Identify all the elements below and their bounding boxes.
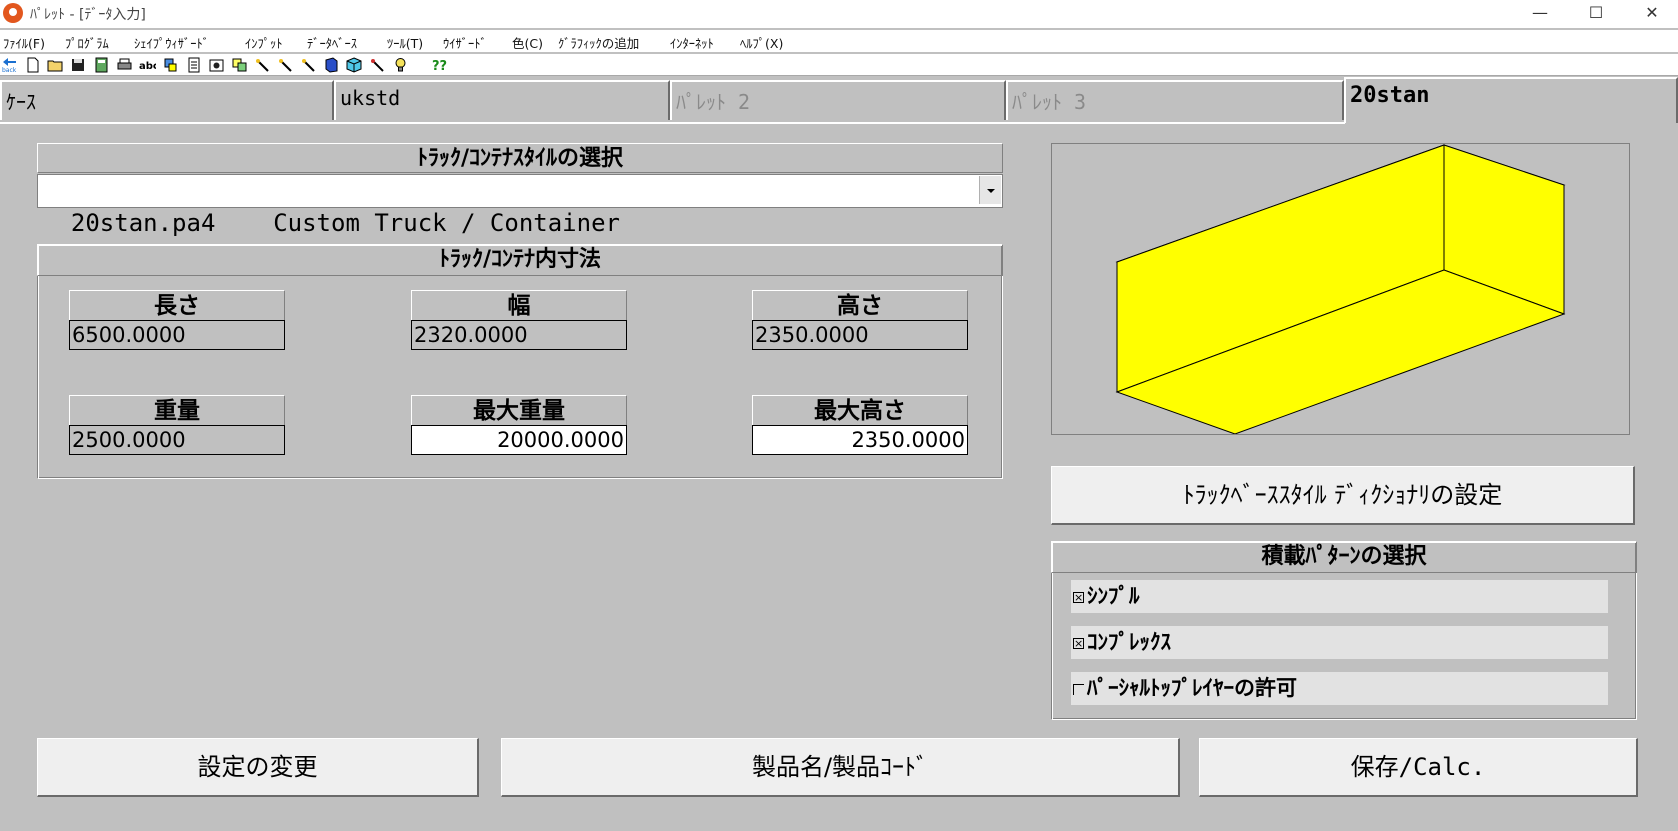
wand-icon[interactable] <box>254 57 271 73</box>
menu-wizard[interactable]: ｳｲｻﾞｰﾄﾞ <box>443 33 487 52</box>
product-name-button[interactable]: 製品名/製品ｺｰﾄﾞ <box>501 738 1180 797</box>
container-preview <box>1051 143 1630 435</box>
menu-database[interactable]: ﾃﾞｰﾀﾍﾞｰｽ <box>307 33 357 52</box>
style-select-header: ﾄﾗｯｸ/ｺﾝﾃﾅｽﾀｲﾙの選択 <box>37 143 1003 173</box>
partial-top-layer-checkbox[interactable] <box>1073 683 1084 695</box>
partial-top-layer-checkbox-row[interactable]: ﾊﾟｰｼｬﾙﾄｯﾌﾟﾚｲﾔｰの許可 <box>1071 672 1608 705</box>
max-weight-field[interactable]: 20000.0000 <box>411 425 627 455</box>
bulb-icon[interactable] <box>392 57 409 73</box>
print-icon[interactable] <box>116 57 133 73</box>
paint-icon[interactable] <box>162 57 179 73</box>
book-icon[interactable] <box>323 57 340 73</box>
back-icon[interactable]: back <box>1 57 18 74</box>
new-file-icon[interactable] <box>24 57 41 73</box>
height-label: 高さ <box>752 290 968 320</box>
container-box-drawing <box>1115 144 1566 435</box>
toolbar: back abc ?? <box>0 54 1678 76</box>
width-field: 2320.0000 <box>411 320 627 350</box>
menu-help[interactable]: ﾍﾙﾌﾟ(X) <box>740 33 783 52</box>
menu-color[interactable]: 色(C) <box>512 33 543 52</box>
calculator-icon[interactable] <box>93 57 110 73</box>
partial-top-layer-label: ﾊﾟｰｼｬﾙﾄｯﾌﾟﾚｲﾔｰの許可 <box>1087 676 1297 700</box>
length-label: 長さ <box>69 290 285 320</box>
complex-label: ｺﾝﾌﾟﾚｯｸｽ <box>1087 630 1171 654</box>
maximize-button[interactable]: ☐ <box>1568 0 1624 28</box>
menu-input[interactable]: ｲﾝﾌﾟｯﾄ <box>245 33 283 52</box>
complex-checkbox[interactable]: × <box>1073 637 1084 649</box>
length-field: 6500.0000 <box>69 320 285 350</box>
change-settings-button[interactable]: 設定の変更 <box>37 738 479 797</box>
app-icon[interactable] <box>3 3 23 23</box>
style-select-value: 20stan.pa4 Custom Truck / Container <box>70 209 620 237</box>
style-select-combo[interactable]: 20stan.pa4 Custom Truck / Container <box>37 174 1003 237</box>
save-icon[interactable] <box>70 57 87 73</box>
menu-bar: ﾌｧｲﾙ(F) ﾌﾟﾛｸﾞﾗﾑ ｼｪｲﾌﾟｳｨｻﾞｰﾄﾞ ｲﾝﾌﾟｯﾄ ﾃﾞｰﾀ… <box>0 30 1678 52</box>
tab-strip: ｹｰｽ ukstd ﾊﾟﾚｯﾄ 2 ﾊﾟﾚｯﾄ 3 20stan <box>0 77 1678 123</box>
weight-field: 2500.0000 <box>69 425 285 455</box>
minimize-button[interactable]: — <box>1512 0 1568 28</box>
title-bar: ﾊﾟﾚｯﾄ - [ﾃﾞｰﾀ入力] — ☐ ✕ <box>0 0 1678 28</box>
box-icon[interactable] <box>346 57 363 73</box>
svg-text:abc: abc <box>139 61 156 72</box>
help-label: ?? <box>432 59 447 73</box>
save-calc-button[interactable]: 保存/Calc. <box>1199 738 1638 797</box>
width-label: 幅 <box>411 290 627 320</box>
tab-pallet-2[interactable]: ﾊﾟﾚｯﾄ 2 <box>670 80 1006 120</box>
weight-label: 重量 <box>69 395 285 425</box>
tab-case[interactable]: ｹｰｽ <box>0 80 334 120</box>
max-weight-label: 最大重量 <box>411 395 627 425</box>
chevron-down-icon[interactable] <box>979 176 1001 204</box>
dimensions-header: ﾄﾗｯｸ/ｺﾝﾃﾅ内寸法 <box>37 244 1003 276</box>
menu-tools[interactable]: ﾂｰﾙ(T) <box>387 33 423 52</box>
copy-icon[interactable] <box>231 57 248 73</box>
wand-icon[interactable] <box>277 57 294 73</box>
simple-label: ｼﾝﾌﾟﾙ <box>1087 584 1140 608</box>
wand-icon[interactable] <box>369 57 386 73</box>
camera-icon[interactable] <box>208 57 225 73</box>
menu-program[interactable]: ﾌﾟﾛｸﾞﾗﾑ <box>65 33 109 52</box>
tab-20stan[interactable]: 20stan <box>1344 77 1678 123</box>
open-folder-icon[interactable] <box>47 57 64 73</box>
height-field: 2350.0000 <box>752 320 968 350</box>
wand-icon[interactable] <box>300 57 317 73</box>
menu-internet[interactable]: ｲﾝﾀｰﾈｯﾄ <box>670 33 714 52</box>
complex-checkbox-row[interactable]: × ｺﾝﾌﾟﾚｯｸｽ <box>1071 626 1608 659</box>
document-icon[interactable] <box>185 57 202 73</box>
tab-baseline <box>0 122 1345 124</box>
menu-add-graphic[interactable]: ｸﾞﾗﾌｨｯｸの追加 <box>558 33 639 52</box>
help-icon[interactable]: ?? <box>432 57 452 74</box>
pattern-header: 積載ﾊﾟﾀｰﾝの選択 <box>1051 541 1637 573</box>
abc-icon[interactable]: abc <box>139 57 159 73</box>
menu-file[interactable]: ﾌｧｲﾙ(F) <box>3 33 45 52</box>
window-title: ﾊﾟﾚｯﾄ - [ﾃﾞｰﾀ入力] <box>30 7 146 23</box>
menu-shape-wizard[interactable]: ｼｪｲﾌﾟｳｨｻﾞｰﾄﾞ <box>134 33 209 52</box>
max-height-field[interactable]: 2350.0000 <box>752 425 968 455</box>
dictionary-settings-button[interactable]: ﾄﾗｯｸﾍﾞｰｽｽﾀｲﾙ ﾃﾞｨｸｼｮﾅﾘの設定 <box>1051 466 1635 525</box>
max-height-label: 最大高さ <box>752 395 968 425</box>
back-label: back <box>2 67 17 73</box>
tab-pallet-3[interactable]: ﾊﾟﾚｯﾄ 3 <box>1006 80 1344 120</box>
tab-ukstd[interactable]: ukstd <box>334 80 670 120</box>
simple-checkbox[interactable]: × <box>1073 591 1084 603</box>
close-button[interactable]: ✕ <box>1624 0 1678 28</box>
simple-checkbox-row[interactable]: × ｼﾝﾌﾟﾙ <box>1071 580 1608 613</box>
